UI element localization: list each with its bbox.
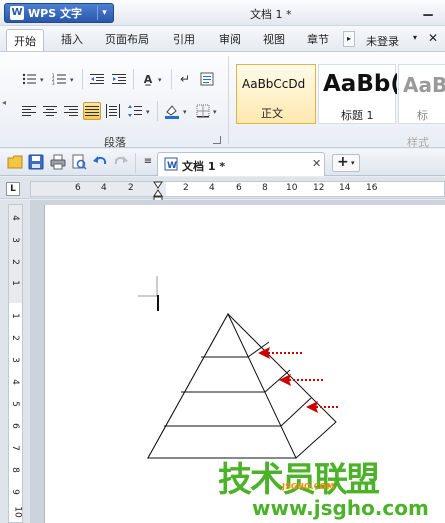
page-drawing-layer	[138, 276, 340, 459]
watermark-small: JSGHO.COM	[282, 482, 335, 491]
watermark-url: www.jsgho.com	[252, 496, 429, 520]
margin-corner-mark	[138, 276, 158, 297]
text-cursor	[157, 295, 159, 311]
watermark-title: 技术员联盟	[218, 460, 380, 500]
pyramid-shape[interactable]	[147, 312, 337, 459]
